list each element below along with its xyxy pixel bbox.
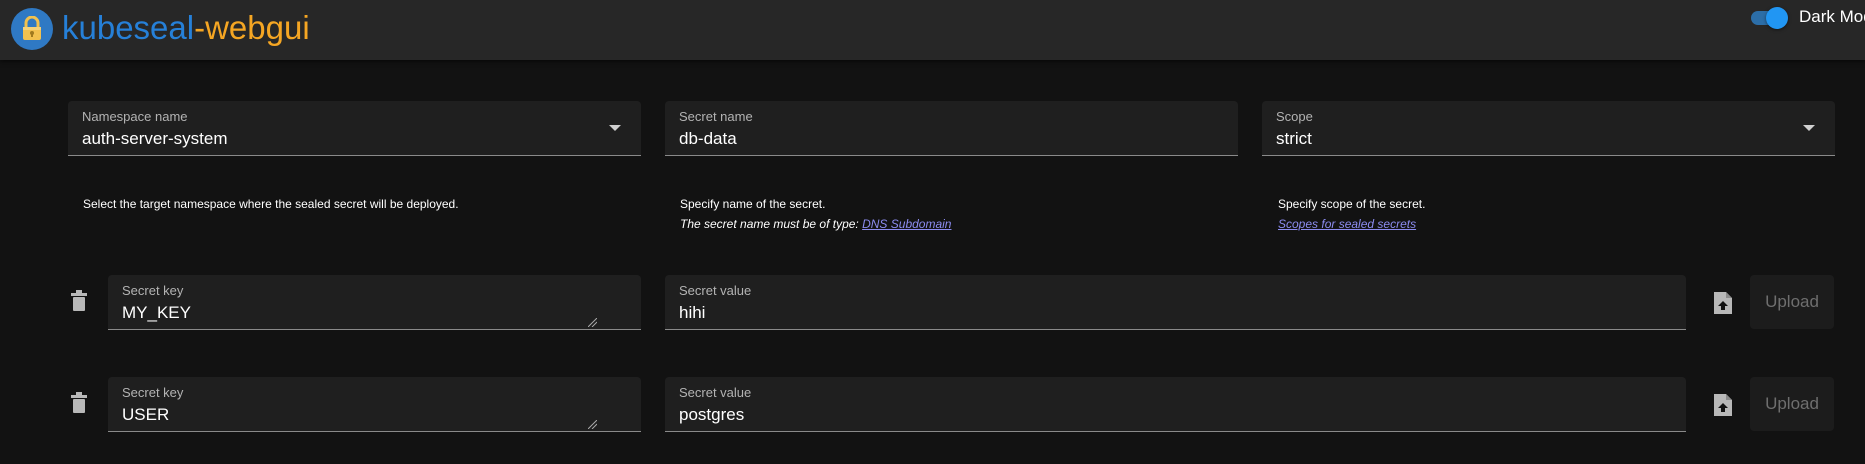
- secret-key-field[interactable]: Secret key USER: [108, 377, 641, 432]
- scope-helper-text: Specify scope of the secret.: [1278, 197, 1426, 211]
- namespace-value: auth-server-system: [82, 129, 228, 148]
- app-bar: kubeseal-webgui Dark Mode: [0, 0, 1865, 60]
- scope-label: Scope: [1276, 109, 1313, 124]
- trash-icon[interactable]: [69, 290, 89, 314]
- resize-handle-icon[interactable]: [588, 420, 597, 429]
- file-upload-icon[interactable]: [1712, 290, 1734, 316]
- secret-name-helper-type: The secret name must be of type: DNS Sub…: [680, 214, 951, 234]
- upload-button[interactable]: Upload: [1750, 275, 1834, 329]
- chevron-down-icon[interactable]: [609, 125, 621, 131]
- trash-icon[interactable]: [69, 392, 89, 416]
- secret-name-field[interactable]: Secret name db-data: [665, 101, 1238, 156]
- scope-value: strict: [1276, 129, 1312, 148]
- file-upload-icon[interactable]: [1712, 392, 1734, 418]
- secret-key-input[interactable]: USER: [122, 405, 169, 425]
- chevron-down-icon[interactable]: [1803, 125, 1815, 131]
- secret-value-label: Secret value: [679, 283, 752, 298]
- secret-value-label: Secret value: [679, 385, 752, 400]
- namespace-label: Namespace name: [82, 109, 188, 124]
- namespace-select[interactable]: Namespace name auth-server-system: [68, 101, 641, 156]
- scope-helper-link-line: Scopes for sealed secrets: [1278, 214, 1416, 234]
- dark-mode-label: Dark Mode: [1799, 7, 1865, 26]
- dns-subdomain-link[interactable]: DNS Subdomain: [862, 217, 951, 231]
- secret-key-label: Secret key: [122, 385, 184, 400]
- lock-icon: [11, 8, 53, 50]
- secret-name-input[interactable]: db-data: [679, 129, 737, 149]
- app-title-part2: -webgui: [194, 9, 310, 46]
- secret-key-input[interactable]: MY_KEY: [122, 303, 191, 323]
- secret-value-input[interactable]: hihi: [679, 303, 705, 323]
- scopes-link[interactable]: Scopes for sealed secrets: [1278, 217, 1416, 231]
- app-title: kubeseal-webgui: [62, 8, 310, 48]
- resize-handle-icon[interactable]: [588, 318, 597, 327]
- namespace-helper-text: Select the target namespace where the se…: [83, 197, 459, 211]
- secret-name-type-text: The secret name must be of type:: [680, 217, 863, 231]
- secret-name-helper-text: Specify name of the secret.: [680, 197, 826, 211]
- scope-select[interactable]: Scope strict: [1262, 101, 1835, 156]
- secret-name-label: Secret name: [679, 109, 753, 124]
- upload-button[interactable]: Upload: [1750, 377, 1834, 431]
- secret-key-field[interactable]: Secret key MY_KEY: [108, 275, 641, 330]
- secret-value-field[interactable]: Secret value hihi: [665, 275, 1686, 330]
- secret-value-field[interactable]: Secret value postgres: [665, 377, 1686, 432]
- app-title-part1: kubeseal: [62, 9, 195, 46]
- dark-mode-toggle[interactable]: [1766, 7, 1788, 29]
- secret-value-input[interactable]: postgres: [679, 405, 744, 425]
- secret-key-label: Secret key: [122, 283, 184, 298]
